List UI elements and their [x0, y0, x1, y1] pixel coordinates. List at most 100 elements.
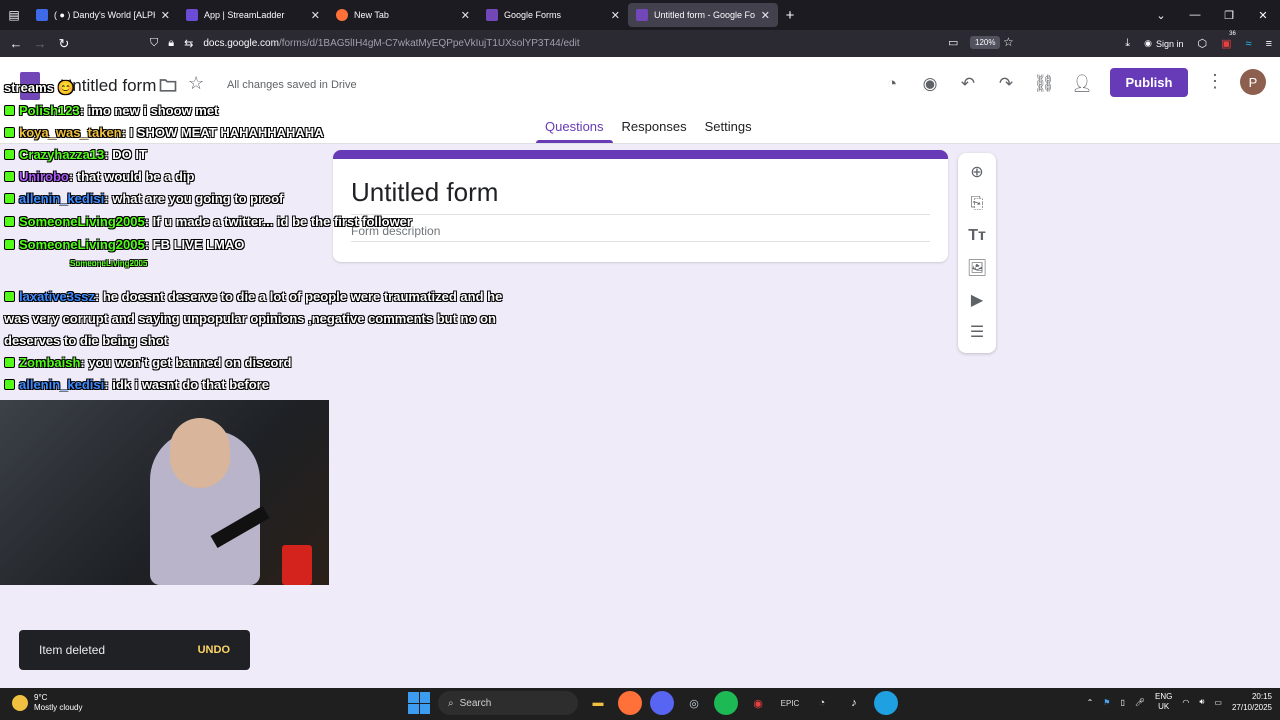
- epic-games-icon[interactable]: EPIC: [778, 691, 802, 715]
- language-indicator[interactable]: ENG UK: [1155, 692, 1172, 712]
- avatar[interactable]: P: [1240, 69, 1266, 95]
- undo-button[interactable]: UNDO: [198, 644, 230, 656]
- microphone-icon[interactable]: 🎤︎: [1135, 698, 1145, 707]
- translate-extension-icon[interactable]: ≈: [1246, 38, 1252, 50]
- tab-responses[interactable]: Responses: [613, 119, 696, 143]
- spotify-icon[interactable]: [714, 691, 738, 715]
- battery-icon[interactable]: ▯: [1120, 698, 1124, 707]
- downloads-icon[interactable]: ⤓: [1125, 37, 1130, 50]
- zoom-level[interactable]: 120%: [970, 36, 1001, 49]
- tab-settings[interactable]: Settings: [696, 119, 761, 143]
- wifi-icon[interactable]: ◠: [1182, 698, 1189, 707]
- weather-description: Mostly cloudy: [34, 703, 83, 712]
- chat-username: Zombaish: [19, 355, 81, 370]
- link-icon[interactable]: ⛓: [1032, 72, 1056, 96]
- tiktok-icon[interactable]: ♪: [842, 691, 866, 715]
- discord-icon[interactable]: [650, 691, 674, 715]
- browser-tab-active[interactable]: Untitled form - Google Forms ✕: [628, 3, 778, 27]
- redo-icon[interactable]: ↷: [994, 72, 1018, 96]
- star-icon[interactable]: ☆: [188, 73, 204, 94]
- chat-username: Polish123: [19, 103, 80, 118]
- add-collaborator-icon[interactable]: 👤︎: [1070, 72, 1094, 96]
- time: 20:15: [1251, 692, 1272, 701]
- url-bar[interactable]: ⛉ 🔒︎ ⇆ docs.google.com/forms/d/1BAG5lIH4…: [150, 33, 1025, 54]
- move-to-folder-icon[interactable]: [158, 75, 178, 95]
- weather-widget[interactable]: 9°C Mostly cloudy: [12, 693, 82, 713]
- form-title-card: Untitled form Form description: [333, 150, 948, 262]
- chat-text: : that would be a dip: [68, 169, 195, 184]
- publish-button[interactable]: Publish: [1110, 68, 1188, 97]
- tab-questions[interactable]: Questions: [536, 119, 613, 143]
- lock-icon[interactable]: 🔒︎: [168, 37, 174, 50]
- chat-text: : imo new i shoow met: [79, 103, 219, 118]
- browser-tab[interactable]: ( ● ) Dandy's World [ALPHA ✕: [28, 0, 178, 30]
- sign-in-label: Sign in: [1155, 38, 1184, 49]
- edge-icon[interactable]: [874, 691, 898, 715]
- obs-icon[interactable]: ◔: [810, 691, 834, 715]
- add-section-icon[interactable]: ☰: [965, 321, 989, 343]
- undo-icon[interactable]: ↶: [956, 72, 980, 96]
- close-tab-icon[interactable]: ✕: [611, 9, 620, 22]
- taskbar-apps: ⌕ Search ▬ ◎ ◉ EPIC ◔ ♪: [408, 691, 898, 715]
- chat-text: : he doesnt deserve to die a lot of peop…: [94, 289, 503, 304]
- shield-icon[interactable]: ⛉: [150, 37, 158, 50]
- tab-label: ( ● ) Dandy's World [ALPHA: [54, 10, 155, 20]
- tray-app-icon[interactable]: ⚑: [1103, 698, 1110, 707]
- import-questions-icon[interactable]: ⎘: [965, 193, 989, 215]
- preview-eye-icon[interactable]: ◉: [918, 72, 942, 96]
- palette-icon[interactable]: ◔: [880, 72, 904, 96]
- close-tab-icon[interactable]: ✕: [161, 9, 170, 22]
- battery-level-icon[interactable]: ▭: [1214, 698, 1222, 707]
- recording-app-icon[interactable]: ◉: [746, 691, 770, 715]
- browser-tab[interactable]: App | StreamLadder ✕: [178, 0, 328, 30]
- chat-text: : I SHOW MEAT HAHAHHAHAHA: [121, 125, 324, 140]
- webcam-overlay: [0, 400, 329, 585]
- extension-badge-icon[interactable]: ▣ 36: [1221, 31, 1236, 50]
- sign-in-button[interactable]: ◉ Sign in: [1144, 38, 1183, 49]
- chat-text: : you won't get banned on discord: [80, 355, 292, 370]
- divider: [351, 241, 930, 242]
- reader-view-icon[interactable]: ▭: [948, 36, 958, 49]
- browser-tab[interactable]: Google Forms ✕: [478, 0, 628, 30]
- steam-icon[interactable]: ◎: [682, 691, 706, 715]
- reload-icon[interactable]: ↻: [52, 36, 76, 52]
- tab-label: Untitled form - Google Forms: [654, 10, 755, 20]
- tab-list-icon[interactable]: ▤: [0, 0, 28, 30]
- browser-tab[interactable]: New Tab ✕: [328, 0, 478, 30]
- clock[interactable]: 20:15 27/10/2025: [1232, 691, 1272, 713]
- back-icon[interactable]: ←: [4, 36, 28, 51]
- close-tab-icon[interactable]: ✕: [311, 9, 320, 22]
- maximize-icon[interactable]: ❐: [1212, 9, 1246, 22]
- add-title-text-icon[interactable]: Tт: [965, 225, 989, 247]
- extensions-icon[interactable]: ⬡: [1198, 37, 1208, 50]
- page-settings-icon[interactable]: ⇆: [184, 37, 193, 50]
- chat-text: : DO IT: [104, 147, 147, 162]
- browser-tab-strip: ▤ ( ● ) Dandy's World [ALPHA ✕ App | Str…: [0, 0, 1280, 30]
- taskbar-search[interactable]: ⌕ Search: [438, 691, 578, 715]
- menu-icon[interactable]: ≡: [1266, 38, 1272, 50]
- close-window-icon[interactable]: ✕: [1246, 9, 1280, 22]
- search-label: Search: [459, 697, 492, 709]
- firefox-icon[interactable]: [618, 691, 642, 715]
- system-tray: ⌃ ⚑ ▯ 🎤︎ ENG UK ◠ 🔊︎ ▭ 20:15 27/10/2025: [1087, 691, 1272, 713]
- chevron-up-icon[interactable]: ⌃: [1087, 698, 1094, 707]
- forward-icon[interactable]: →: [28, 36, 52, 51]
- more-options-icon[interactable]: ⋮: [1206, 71, 1224, 92]
- add-video-icon[interactable]: ▶: [965, 289, 989, 311]
- snackbar-message: Item deleted: [39, 643, 106, 657]
- chat-text: was very corrupt and saying unpopular op…: [4, 311, 496, 326]
- document-title[interactable]: Untitled form: [60, 76, 156, 96]
- add-question-icon[interactable]: ⊕: [965, 161, 989, 183]
- bookmark-star-icon[interactable]: ☆: [1003, 35, 1014, 49]
- chevron-down-icon[interactable]: ⌄: [1144, 9, 1178, 22]
- minimize-icon[interactable]: —: [1178, 9, 1212, 21]
- file-explorer-icon[interactable]: ▬: [586, 691, 610, 715]
- volume-icon[interactable]: 🔊︎: [1199, 697, 1204, 707]
- close-tab-icon[interactable]: ✕: [461, 9, 470, 22]
- chat-username: Crazyhazza13: [19, 147, 105, 162]
- add-image-icon[interactable]: 🖼︎: [965, 257, 989, 279]
- close-tab-icon[interactable]: ✕: [761, 9, 770, 22]
- form-title-input[interactable]: Untitled form: [351, 177, 498, 208]
- new-tab-icon[interactable]: +: [778, 0, 802, 30]
- start-button-icon[interactable]: [408, 692, 430, 714]
